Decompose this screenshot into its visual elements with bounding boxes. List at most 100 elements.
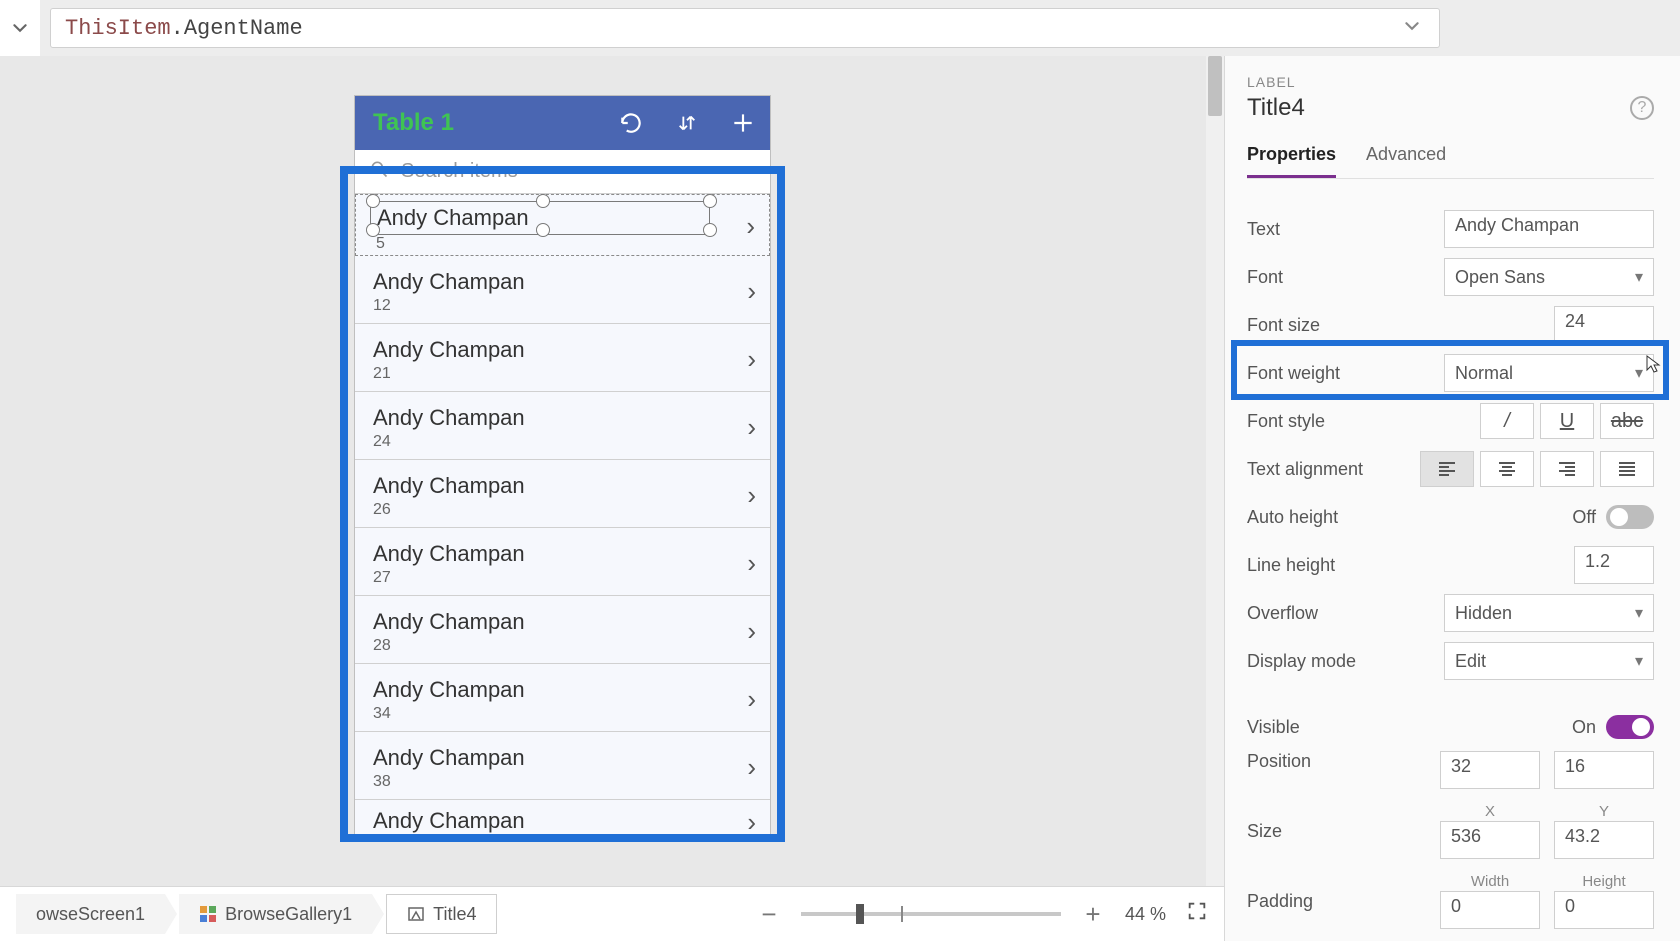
item-name: Andy Champan: [373, 405, 525, 431]
resize-handle[interactable]: [536, 223, 550, 237]
zoom-percent: 44 %: [1125, 904, 1166, 925]
app-preview[interactable]: Table 1 Search items Andy Ch: [355, 96, 770, 836]
overflow-dropdown[interactable]: Hidden ▾: [1444, 594, 1654, 632]
strikethrough-button[interactable]: abc: [1600, 403, 1654, 439]
chevron-right-icon[interactable]: ›: [746, 211, 755, 242]
align-center-button[interactable]: [1480, 451, 1534, 487]
properties-panel: LABEL Title4 ? Properties Advanced Text …: [1224, 56, 1680, 941]
zoom-slider[interactable]: [801, 912, 1061, 916]
align-left-button[interactable]: [1420, 451, 1474, 487]
item-sub: 21: [373, 365, 525, 383]
lineheight-input[interactable]: 1.2: [1574, 546, 1654, 584]
control-name[interactable]: Title4: [1247, 94, 1305, 122]
sort-icon[interactable]: [674, 110, 700, 136]
prop-position-label: Position: [1247, 751, 1440, 772]
size-height-input[interactable]: 43.2: [1554, 821, 1654, 859]
formula-bar[interactable]: ThisItem.AgentName: [50, 8, 1440, 48]
resize-handle[interactable]: [366, 194, 380, 208]
gallery-item[interactable]: Andy Champan ›: [355, 800, 770, 840]
prop-visible-label: Visible: [1247, 717, 1444, 738]
chevron-down-icon: ▾: [1635, 363, 1643, 383]
search-icon: [369, 159, 389, 185]
chevron-down-icon: ▾: [1635, 651, 1643, 671]
fontsize-input[interactable]: 24: [1554, 306, 1654, 344]
chevron-right-icon[interactable]: ›: [747, 344, 756, 375]
italic-button[interactable]: /: [1480, 403, 1534, 439]
item-sub: 12: [373, 297, 525, 315]
chevron-right-icon[interactable]: ›: [747, 276, 756, 307]
refresh-icon[interactable]: [618, 110, 644, 136]
autoheight-toggle[interactable]: [1606, 505, 1654, 529]
canvas-scrollbar[interactable]: [1206, 56, 1224, 886]
breadcrumb-title[interactable]: Title4: [386, 894, 497, 934]
status-bar: owseScreen1 BrowseGallery1 Title4 − + 44…: [0, 886, 1224, 941]
chevron-down-icon: ▾: [1635, 267, 1643, 287]
text-input[interactable]: Andy Champan: [1444, 210, 1654, 248]
expand-formula-icon[interactable]: [1399, 17, 1425, 40]
search-placeholder: Search items: [401, 160, 518, 183]
visible-toggle[interactable]: [1606, 715, 1654, 739]
prop-text-label: Text: [1247, 219, 1444, 240]
position-y-input[interactable]: 16: [1554, 751, 1654, 789]
gallery-item[interactable]: Andy Champan27›: [355, 528, 770, 596]
search-row[interactable]: Search items: [355, 150, 770, 194]
item-name: Andy Champan: [373, 269, 525, 295]
gallery-item[interactable]: Andy Champan28›: [355, 596, 770, 664]
padding-top-input[interactable]: 0: [1440, 891, 1540, 929]
tab-advanced[interactable]: Advanced: [1366, 144, 1446, 178]
formula-ref: ThisItem: [65, 16, 171, 41]
chevron-right-icon[interactable]: ›: [747, 616, 756, 647]
padding-bottom-input[interactable]: 0: [1554, 891, 1654, 929]
item-name: Andy Champan: [373, 337, 525, 363]
tab-properties[interactable]: Properties: [1247, 144, 1336, 178]
chevron-right-icon[interactable]: ›: [747, 684, 756, 715]
breadcrumb-screen[interactable]: owseScreen1: [16, 894, 165, 934]
chevron-right-icon[interactable]: ›: [747, 412, 756, 443]
item-name: Andy Champan: [373, 808, 525, 834]
formula-prop: .AgentName: [171, 16, 303, 41]
item-name: Andy Champan: [373, 473, 525, 499]
canvas[interactable]: Table 1 Search items Andy Ch: [0, 56, 1224, 886]
size-width-input[interactable]: 536: [1440, 821, 1540, 859]
fit-to-screen-icon[interactable]: [1186, 900, 1208, 929]
scrollbar-thumb[interactable]: [1208, 56, 1222, 116]
align-right-button[interactable]: [1540, 451, 1594, 487]
control-type-label: LABEL: [1247, 74, 1654, 90]
chevron-right-icon[interactable]: ›: [747, 548, 756, 579]
align-justify-button[interactable]: [1600, 451, 1654, 487]
prop-lineheight-label: Line height: [1247, 555, 1444, 576]
zoom-in-button[interactable]: +: [1081, 899, 1105, 930]
gallery-item[interactable]: Andy Champan24›: [355, 392, 770, 460]
item-name: Andy Champan: [373, 609, 525, 635]
font-dropdown[interactable]: Open Sans ▾: [1444, 258, 1654, 296]
resize-handle[interactable]: [703, 223, 717, 237]
breadcrumb-gallery[interactable]: BrowseGallery1: [179, 894, 372, 934]
gallery-item[interactable]: Andy Champan 12 ›: [355, 256, 770, 324]
item-sub: 38: [373, 773, 525, 791]
resize-handle[interactable]: [703, 194, 717, 208]
gallery-item[interactable]: Andy Champan 34 ›: [355, 664, 770, 732]
gallery-item-selected[interactable]: Andy Champan 5 ›: [355, 194, 770, 256]
zoom-out-button[interactable]: −: [757, 899, 781, 930]
gallery-item[interactable]: Andy Champan 21 ›: [355, 324, 770, 392]
item-name: Andy Champan: [373, 677, 525, 703]
displaymode-dropdown[interactable]: Edit ▾: [1444, 642, 1654, 680]
prop-size-label: Size: [1247, 821, 1440, 842]
prop-padding-label: Padding: [1247, 891, 1440, 912]
chevron-right-icon[interactable]: ›: [747, 807, 756, 838]
chevron-right-icon[interactable]: ›: [747, 752, 756, 783]
help-icon[interactable]: ?: [1630, 96, 1654, 120]
prop-fontstyle-label: Font style: [1247, 411, 1444, 432]
resize-handle[interactable]: [536, 194, 550, 208]
add-icon[interactable]: [730, 110, 756, 136]
fontweight-dropdown[interactable]: Normal ▾: [1444, 354, 1654, 392]
gallery-item[interactable]: Andy Champan26›: [355, 460, 770, 528]
position-x-input[interactable]: 32: [1440, 751, 1540, 789]
zoom-slider-thumb[interactable]: [856, 904, 864, 924]
item-sub: 34: [373, 705, 525, 723]
gallery-item[interactable]: Andy Champan38›: [355, 732, 770, 800]
underline-button[interactable]: U: [1540, 403, 1594, 439]
property-dropdown[interactable]: [0, 0, 40, 56]
chevron-right-icon[interactable]: ›: [747, 480, 756, 511]
prop-textalign-label: Text alignment: [1247, 459, 1420, 480]
